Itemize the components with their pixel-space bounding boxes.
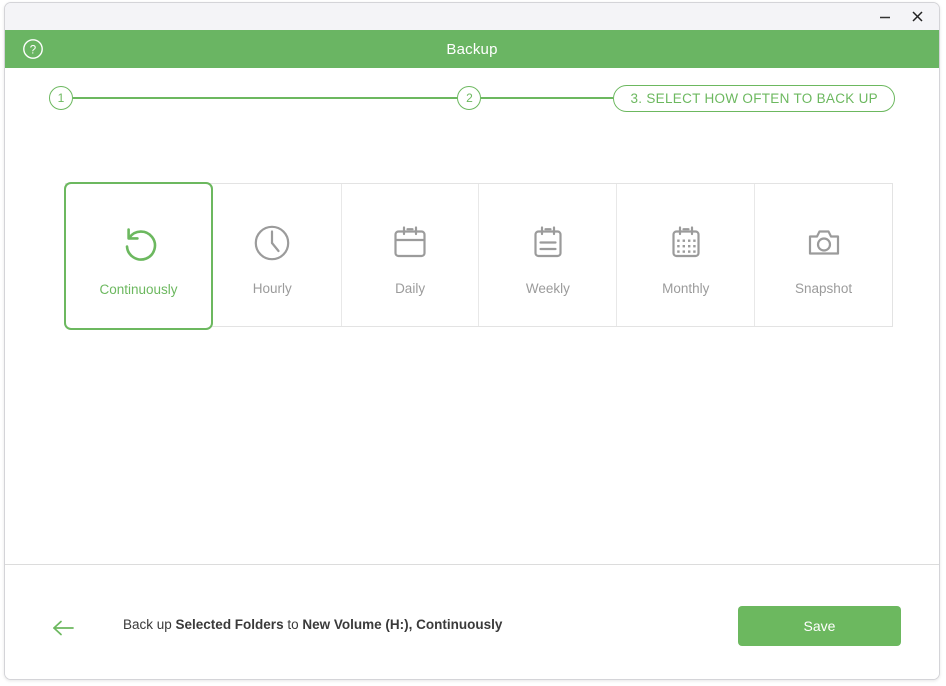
daily-icon-wrap [388,215,432,271]
option-hourly[interactable]: Hourly [204,184,342,326]
option-monthly[interactable]: Monthly [617,184,756,326]
monthly-icon-wrap [664,215,708,271]
stepper: 1 2 3. SELECT HOW OFTEN TO BACK UP [5,68,939,128]
summary-destination: New Volume (H:), Continuously [302,617,503,632]
frequency-options: Continuously Hourly Daily Weekly Monthly… [64,182,893,330]
continuously-icon-wrap [117,216,161,272]
calendar-lines-icon [534,225,562,257]
option-label: Weekly [525,280,570,296]
footer-bar: Back up Selected Folders to New Volume (… [5,565,939,679]
option-daily[interactable]: Daily [342,184,480,326]
step-1[interactable]: 1 [49,86,73,110]
back-button[interactable] [50,617,76,639]
option-label: Hourly [252,280,292,296]
backup-window: ? Backup 1 2 3. SELECT HOW OFTEN TO BACK… [4,2,940,680]
svg-text:?: ? [30,44,36,56]
hourly-icon-wrap [250,215,294,271]
option-label: Monthly [662,280,710,296]
help-circle-icon: ? [23,39,43,59]
clock-icon [254,225,290,260]
minimize-icon [880,16,890,18]
step-2[interactable]: 2 [457,86,482,110]
title-bar [5,3,939,30]
minimize-button[interactable] [869,5,901,29]
step-connector-2 [481,97,614,99]
loop-arrow-icon [125,227,156,261]
save-button[interactable]: Save [738,606,901,646]
main-content: 1 2 3. SELECT HOW OFTEN TO BACK UP Conti… [5,68,939,564]
option-label: Continuously [99,281,178,297]
option-label: Snapshot [795,280,853,296]
calendar-blank-icon [394,225,426,257]
option-snapshot[interactable]: Snapshot [755,184,892,326]
backup-summary: Back up Selected Folders to New Volume (… [123,617,502,632]
weekly-icon-wrap [526,215,570,271]
app-header: ? Backup [5,30,939,68]
step-connector-1 [73,97,458,99]
option-label: Daily [395,280,426,296]
step-3-current[interactable]: 3. SELECT HOW OFTEN TO BACK UP [613,84,895,112]
close-button[interactable] [901,5,933,29]
close-icon [911,11,923,22]
snapshot-icon-wrap [802,215,846,271]
calendar-grid-icon [672,225,700,257]
summary-prefix: Back up [123,617,176,632]
arrow-left-icon [53,620,74,636]
option-weekly[interactable]: Weekly [479,184,618,326]
option-continuously[interactable]: Continuously [64,182,213,330]
page-title: Backup [446,40,498,58]
camera-icon [808,229,839,255]
summary-middle: to [283,617,303,632]
summary-source: Selected Folders [175,617,284,632]
help-button[interactable]: ? [21,37,45,61]
